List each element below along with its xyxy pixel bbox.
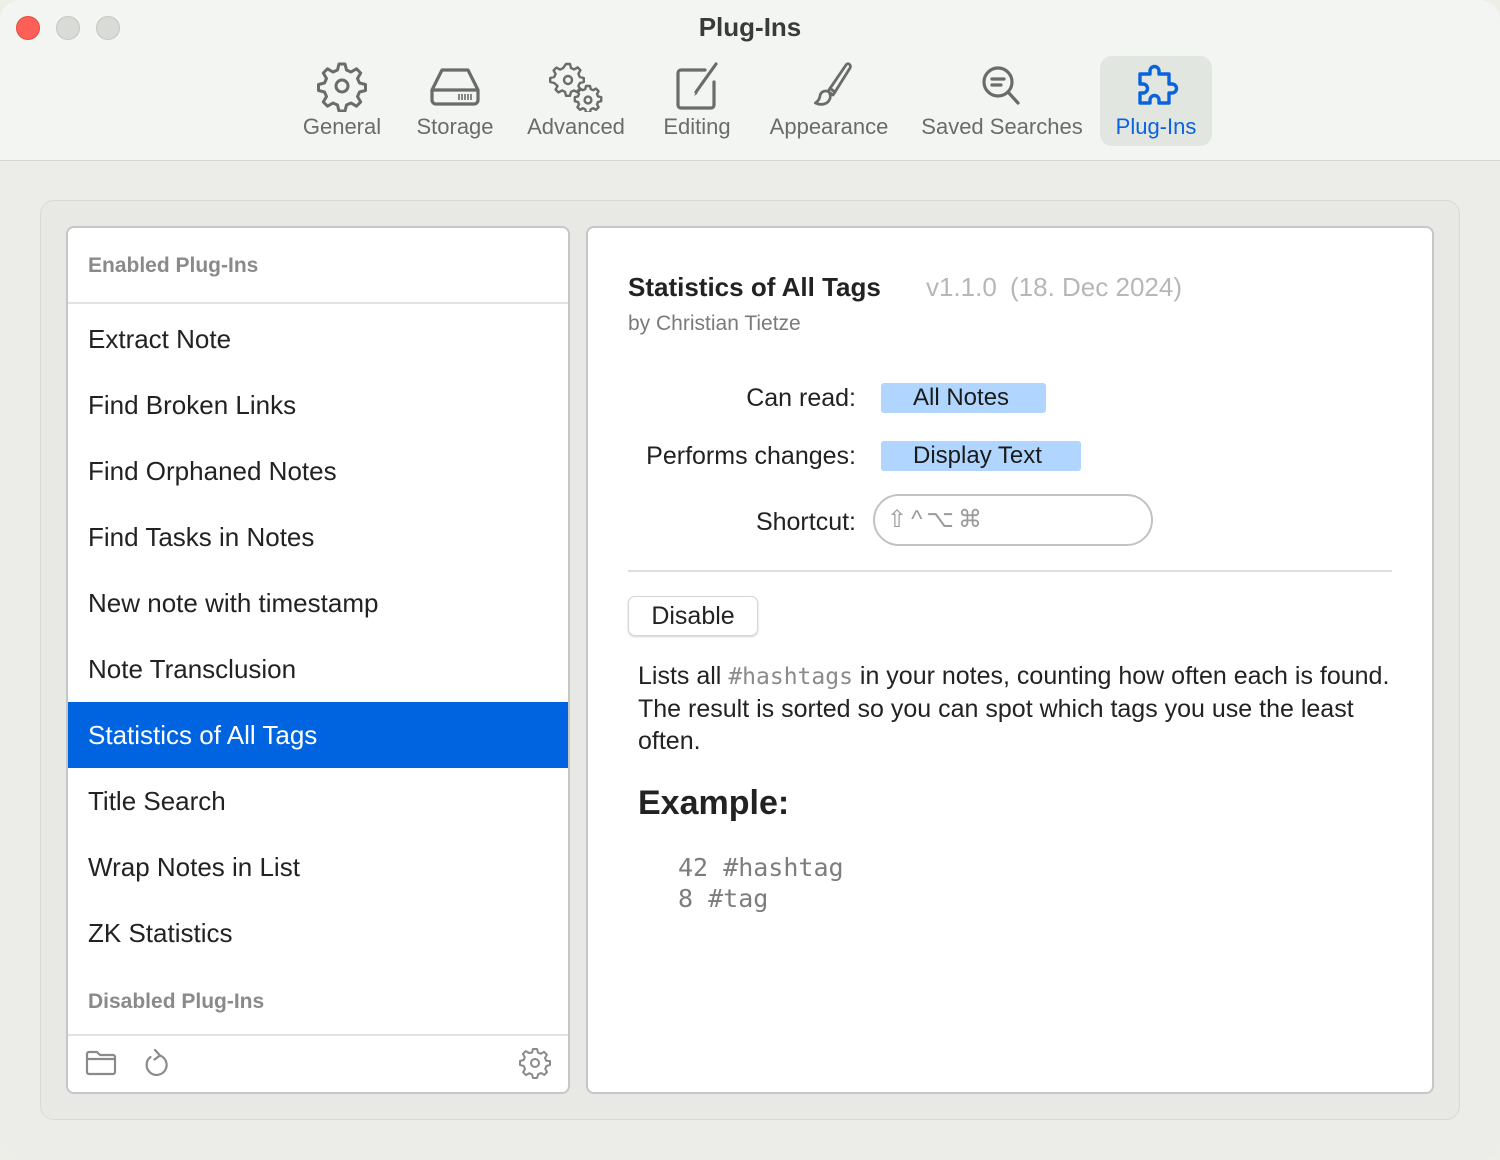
tab-advanced[interactable]: Advanced: [518, 56, 634, 146]
performs-changes-label: Performs changes:: [646, 442, 856, 470]
description-code: #hashtags: [728, 664, 853, 690]
open-folder-button[interactable]: [84, 1046, 118, 1080]
square-pencil-icon: [676, 62, 718, 110]
plugin-version: v1.1.0: [926, 272, 997, 302]
gear-icon: [317, 62, 367, 112]
tab-editing-label: Editing: [663, 114, 731, 139]
plugin-list-item[interactable]: Find Broken Links: [68, 372, 568, 438]
tab-editing[interactable]: Editing: [652, 56, 742, 146]
plugin-list-item-selected[interactable]: Statistics of All Tags: [68, 702, 568, 768]
tab-appearance-label: Appearance: [769, 114, 889, 139]
reload-icon: [145, 1048, 168, 1077]
search-list-icon: [982, 66, 1020, 105]
example-heading: Example:: [638, 784, 790, 822]
example-line: 8 #tag: [678, 884, 769, 913]
can-read-label: Can read:: [746, 384, 856, 412]
plugin-list-item[interactable]: Note Transclusion: [68, 636, 568, 702]
tab-plug-ins[interactable]: Plug-Ins: [1100, 56, 1212, 146]
plugin-name: Statistics of All Tags: [628, 272, 881, 302]
example-line: 42 #hashtag: [678, 853, 844, 882]
tab-storage-label: Storage: [416, 114, 494, 139]
tab-general[interactable]: General: [294, 56, 390, 146]
tab-general-label: General: [302, 114, 382, 139]
shortcut-label: Shortcut:: [755, 508, 856, 536]
enabled-plugins-header: Enabled Plug-Ins: [88, 254, 259, 277]
tab-saved-searches[interactable]: Saved Searches: [912, 56, 1092, 146]
plugin-list-item[interactable]: New note with timestamp: [68, 570, 568, 636]
tab-storage[interactable]: Storage: [408, 56, 502, 146]
folder-icon: [85, 1050, 117, 1076]
gears-icon: [549, 62, 603, 112]
tab-saved-searches-label: Saved Searches: [921, 114, 1083, 139]
tab-appearance[interactable]: Appearance: [760, 56, 898, 146]
performs-changes-badge: Display Text: [881, 441, 1081, 471]
disable-button[interactable]: Disable: [628, 596, 758, 636]
drive-icon: [430, 68, 480, 106]
plugin-list-item[interactable]: Extract Note: [68, 306, 568, 372]
window-title: Plug-Ins: [698, 12, 802, 42]
gear-icon: [519, 1048, 551, 1079]
title-bar: Plug-Ins General Storage Advanced Editin…: [0, 0, 1500, 161]
can-read-badge: All Notes: [881, 383, 1046, 413]
tab-plug-ins-label: Plug-Ins: [1115, 114, 1197, 139]
description-text: Lists all: [638, 662, 729, 690]
tab-advanced-label: Advanced: [527, 114, 625, 139]
plugin-description: Lists all #hashtags in your notes, count…: [638, 660, 1408, 757]
plugin-list-item[interactable]: Find Tasks in Notes: [68, 504, 568, 570]
disabled-plugins-header: Disabled Plug-Ins: [88, 990, 265, 1013]
plugin-list-item[interactable]: ZK Statistics: [68, 900, 568, 966]
example-code-block: 42 #hashtag 8 #tag: [678, 852, 844, 914]
plugin-author: by Christian Tietze: [628, 312, 801, 335]
plugin-list-item[interactable]: Title Search: [68, 768, 568, 834]
plugin-settings-button[interactable]: [518, 1046, 552, 1080]
reload-button[interactable]: [140, 1046, 174, 1080]
plugin-detail: Statistics of All Tags v1.1.0 (18. Dec 2…: [586, 226, 1434, 1094]
puzzle-icon: [1138, 64, 1179, 105]
divider: [628, 570, 1392, 572]
header-separator: [68, 302, 568, 304]
plugin-list-item[interactable]: Wrap Notes in List: [68, 834, 568, 900]
list-footer: [68, 1034, 568, 1092]
paintbrush-icon: [814, 62, 852, 106]
plugin-list: Enabled Plug-Ins Extract Note Find Broke…: [66, 226, 570, 1094]
plugin-list-item[interactable]: Find Orphaned Notes: [68, 438, 568, 504]
preferences-toolbar: General Storage Advanced Editing Appeara…: [0, 56, 1500, 146]
shortcut-recorder-field[interactable]: ⇧^⌥⌘: [873, 494, 1153, 546]
preferences-window: Plug-Ins General Storage Advanced Editin…: [0, 0, 1500, 1160]
plugin-date: (18. Dec 2024): [1010, 272, 1182, 302]
